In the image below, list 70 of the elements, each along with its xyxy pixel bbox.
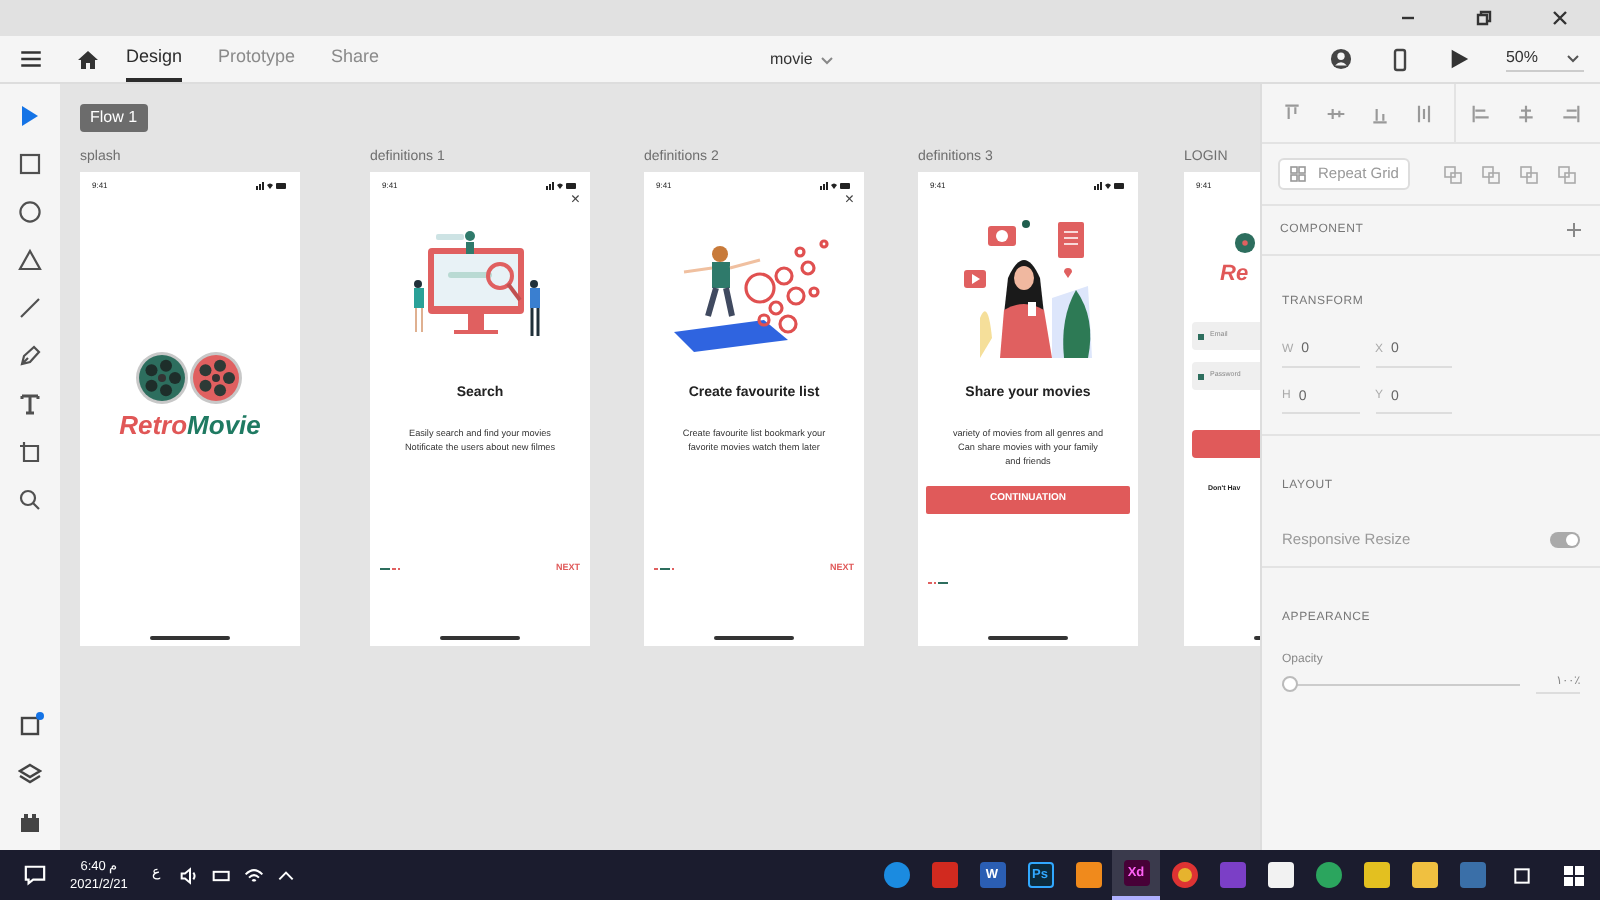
flow-label[interactable]: Flow 1 xyxy=(80,104,148,132)
battery-icon[interactable] xyxy=(211,865,232,885)
app-icon xyxy=(1363,862,1389,888)
align-icon[interactable] xyxy=(1370,103,1390,123)
tab[interactable]: Prototype xyxy=(218,36,296,82)
wifi-icon[interactable] xyxy=(243,865,264,885)
align-icon[interactable] xyxy=(1472,103,1492,123)
document-title-dropdown[interactable]: movie xyxy=(770,48,835,72)
select-tool-icon[interactable] xyxy=(18,104,42,128)
chevron-down-icon xyxy=(1566,53,1580,63)
home-indicator xyxy=(988,636,1068,640)
app-icon xyxy=(1171,862,1197,888)
app-icon xyxy=(1411,862,1437,888)
opacity-slider[interactable] xyxy=(1282,676,1520,693)
layers-icon[interactable] xyxy=(18,762,42,786)
slider-thumb[interactable] xyxy=(1282,676,1298,693)
app-icon xyxy=(1267,862,1293,888)
status-icons xyxy=(820,182,852,190)
app-icon xyxy=(1219,862,1245,888)
home-indicator xyxy=(440,636,520,640)
toggle-switch[interactable] xyxy=(1550,531,1580,548)
restore-icon[interactable] xyxy=(1472,6,1496,30)
pen-tool-icon[interactable] xyxy=(18,344,42,368)
play-icon[interactable] xyxy=(1447,48,1470,70)
home-indicator xyxy=(714,636,794,640)
menu-icon[interactable] xyxy=(18,46,44,72)
add-component-button[interactable] xyxy=(1566,222,1582,238)
align-icon[interactable] xyxy=(1326,103,1346,123)
text-tool-icon[interactable] xyxy=(18,392,42,416)
close-button[interactable]: × xyxy=(844,192,854,212)
artboard-tool-icon[interactable] xyxy=(18,440,42,464)
rectangle-tool-icon[interactable] xyxy=(18,152,42,176)
assets-icon[interactable] xyxy=(18,810,42,834)
app-icon xyxy=(883,862,909,888)
status-icons xyxy=(1094,182,1126,190)
task-view-icon[interactable] xyxy=(1512,865,1532,885)
app-icon xyxy=(1075,862,1101,888)
grid-icon xyxy=(1290,166,1306,182)
status-icons xyxy=(546,182,578,190)
app-icon xyxy=(1315,862,1341,888)
close-button[interactable]: × xyxy=(570,192,580,212)
logo-text: RetroMovie xyxy=(119,411,261,437)
home-icon[interactable] xyxy=(76,47,100,71)
zoom-dropdown[interactable]: 50% xyxy=(1505,46,1584,72)
account-icon[interactable] xyxy=(1329,48,1352,70)
field-icon xyxy=(1198,333,1204,339)
align-icon[interactable] xyxy=(1414,103,1434,123)
notification-icon[interactable] xyxy=(24,864,46,886)
app-icon xyxy=(931,862,957,888)
status-icons xyxy=(256,182,288,190)
plugins-icon[interactable] xyxy=(18,714,42,738)
align-icon[interactable] xyxy=(1516,103,1536,123)
align-icon[interactable] xyxy=(1560,103,1580,123)
windows-logo-icon[interactable] xyxy=(1564,865,1584,885)
home-indicator xyxy=(150,636,230,640)
logo-text: Re xyxy=(1220,264,1249,286)
tab[interactable]: Share xyxy=(331,36,380,82)
zoom-tool-icon[interactable] xyxy=(18,488,42,512)
film-reel-logo-icon xyxy=(1234,232,1256,254)
align-icon[interactable] xyxy=(1282,103,1302,123)
ellipse-tool-icon[interactable] xyxy=(18,200,42,224)
film-reel-logo-icon xyxy=(134,347,246,407)
close-icon[interactable] xyxy=(1548,6,1572,30)
line-tool-icon[interactable] xyxy=(18,296,42,320)
plus-icon xyxy=(1566,222,1582,238)
volume-icon[interactable] xyxy=(179,865,200,885)
triangle-tool-icon[interactable] xyxy=(18,248,42,272)
field-icon xyxy=(1198,373,1204,379)
app-icon xyxy=(1459,862,1485,888)
chevron-down-icon xyxy=(820,55,835,65)
